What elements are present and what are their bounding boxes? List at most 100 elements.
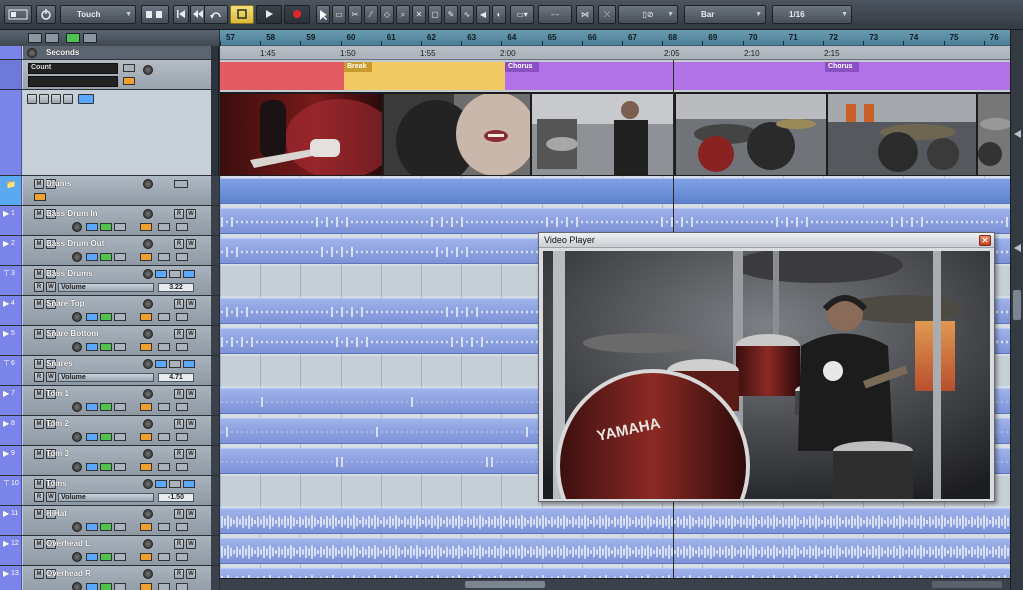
audio-event[interactable] [220, 568, 1010, 578]
inserts-icon[interactable] [86, 523, 98, 531]
vertical-scrollbar[interactable] [1010, 30, 1023, 590]
sends-icon[interactable] [114, 523, 126, 531]
sends-icon[interactable] [114, 433, 126, 441]
monitor-icon[interactable] [143, 449, 153, 459]
eq-icon[interactable] [183, 480, 195, 488]
folder-edit-icon[interactable] [174, 180, 188, 188]
horizontal-scrollbar[interactable] [220, 578, 1010, 590]
monitor-icon[interactable] [143, 479, 153, 489]
channel-settings-icon[interactable] [72, 522, 82, 532]
sends-icon[interactable] [169, 270, 181, 278]
show-inspector-button[interactable] [28, 33, 42, 43]
expand-arrow-icon[interactable]: ▶ [3, 539, 9, 548]
lock-icon[interactable] [140, 223, 152, 231]
sends-icon[interactable] [114, 223, 126, 231]
horizontal-zoom-slider[interactable] [932, 581, 1002, 588]
volume-value[interactable]: -1.50 [158, 493, 194, 502]
sends-icon[interactable] [114, 463, 126, 471]
read-automation-button[interactable]: R [174, 329, 184, 339]
write-automation-button[interactable]: W [186, 509, 196, 519]
mute-button[interactable]: M [34, 239, 44, 249]
mute-button[interactable]: M [34, 449, 44, 459]
mute-button[interactable]: M [34, 539, 44, 549]
mute-button[interactable]: M [34, 509, 44, 519]
volume-label[interactable]: Volume [58, 493, 154, 502]
marker-settings-icon[interactable] [143, 65, 153, 75]
read-automation-button[interactable]: R [174, 539, 184, 549]
volume-value[interactable]: 4.71 [158, 373, 194, 382]
track-header-audio[interactable]: ▶ 1 M S Bass Drum In R W [0, 206, 219, 236]
read-button[interactable]: R [34, 372, 44, 382]
track-name[interactable]: Bass Drums [46, 269, 93, 278]
zoom-tool[interactable]: ⌕ [396, 5, 410, 24]
view-layout-button[interactable]: ▭▾ [510, 5, 534, 24]
go-to-start-button[interactable] [173, 5, 189, 24]
folder-lock-icon[interactable] [34, 193, 46, 201]
expand-arrow-icon[interactable]: ▶ [3, 329, 9, 338]
nudge-palette[interactable]: -·- [538, 5, 572, 24]
eq-icon[interactable] [100, 523, 112, 531]
read-button[interactable]: R [34, 282, 44, 292]
expand-arrow-icon[interactable]: ▶ [3, 509, 9, 518]
ruler-format-icon[interactable] [27, 48, 37, 58]
mute-button[interactable]: M [34, 419, 44, 429]
group-icon[interactable]: ⊤ [3, 269, 10, 278]
expand-arrow-icon[interactable]: ▶ [3, 449, 9, 458]
channel-settings-icon[interactable] [72, 342, 82, 352]
mute-tool[interactable]: ✕ [412, 5, 426, 24]
close-icon[interactable]: ✕ [979, 235, 991, 246]
erase-tool[interactable]: ◇ [380, 5, 394, 24]
autoscroll-button[interactable] [141, 5, 169, 24]
timebase-icon[interactable] [176, 403, 188, 411]
eq-icon[interactable] [100, 433, 112, 441]
write-button[interactable]: W [46, 282, 56, 292]
track-controls-toggle[interactable] [66, 33, 80, 43]
track-name[interactable]: Tom 3 [46, 449, 69, 458]
mute-button[interactable]: M [34, 209, 44, 219]
auto-fades-button[interactable]: ⋈ [576, 5, 594, 24]
snap-toggle-button[interactable]: ⤬ [598, 5, 616, 24]
monitor-icon[interactable] [143, 329, 153, 339]
marker-lock-icon[interactable] [123, 64, 135, 72]
constrain-delay-button[interactable] [36, 5, 56, 24]
eq-icon[interactable] [183, 270, 195, 278]
inserts-icon[interactable] [86, 553, 98, 561]
track-lane[interactable] [220, 536, 1010, 566]
eq-icon[interactable] [100, 223, 112, 231]
track-settings-button[interactable] [83, 33, 97, 43]
marker-break[interactable]: Break [344, 62, 505, 90]
eq-icon[interactable] [100, 463, 112, 471]
track-lane[interactable] [220, 176, 1010, 206]
sends-icon[interactable] [169, 360, 181, 368]
write-automation-button[interactable]: W [186, 299, 196, 309]
volume-label[interactable]: Volume [58, 283, 154, 292]
inserts-icon[interactable] [86, 433, 98, 441]
audio-event[interactable] [220, 508, 1010, 534]
monitor-icon[interactable] [143, 359, 153, 369]
lanes-icon[interactable] [158, 223, 170, 231]
monitor-icon[interactable] [143, 389, 153, 399]
mute-button[interactable]: M [34, 329, 44, 339]
timebase-icon[interactable] [176, 253, 188, 261]
folder-part[interactable] [220, 178, 1010, 204]
expand-arrow-icon[interactable]: ▶ [3, 299, 9, 308]
lanes-icon[interactable] [158, 313, 170, 321]
marker-chorus-2[interactable]: Chorus [825, 62, 1010, 90]
audio-event[interactable] [220, 208, 1010, 234]
track-name[interactable]: Snares [46, 359, 73, 368]
track-name[interactable]: HiHat [46, 509, 67, 518]
video-track-header[interactable] [0, 90, 219, 176]
lock-icon[interactable] [140, 313, 152, 321]
play-button[interactable] [256, 5, 282, 24]
write-button[interactable]: W [46, 372, 56, 382]
eq-icon[interactable] [100, 403, 112, 411]
channel-settings-icon[interactable] [72, 222, 82, 232]
monitor-icon[interactable] [143, 419, 153, 429]
write-automation-button[interactable]: W [186, 419, 196, 429]
channel-settings-icon[interactable] [72, 252, 82, 262]
timebase-icon[interactable] [176, 313, 188, 321]
track-header-audio[interactable]: ▶ 7 M S Tom 1RW [0, 386, 219, 416]
range-tool[interactable]: ▭ [332, 5, 346, 24]
read-button[interactable]: R [34, 492, 44, 502]
eq-icon[interactable] [100, 313, 112, 321]
